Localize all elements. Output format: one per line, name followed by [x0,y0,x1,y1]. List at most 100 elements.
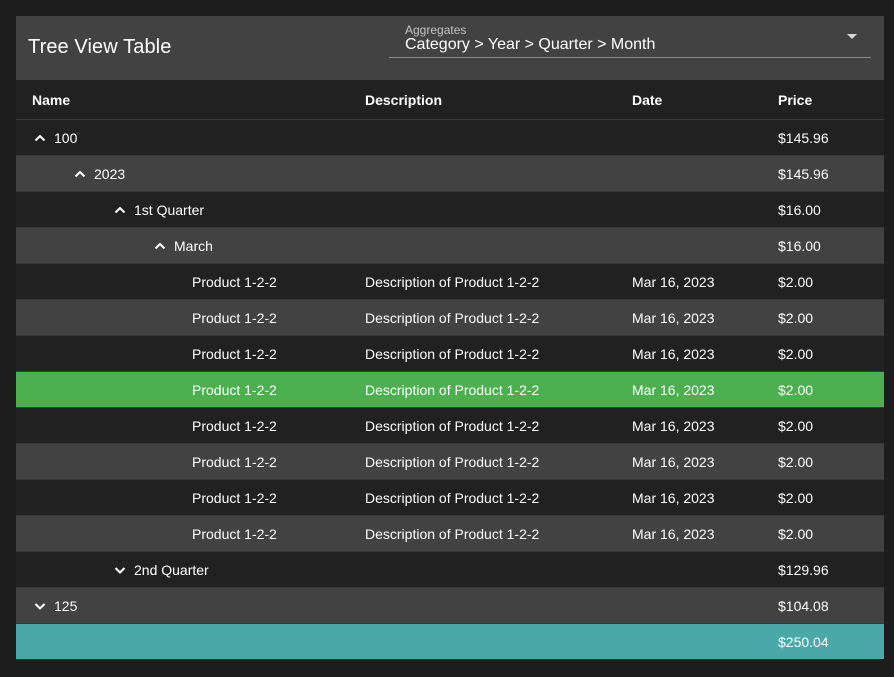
aggregates-label: Aggregates [405,23,467,37]
row-date: Mar 16, 2023 [632,479,778,516]
header-row: Name Description Date Price [16,80,884,120]
row-date [632,191,778,228]
name-cell: March [16,227,365,264]
total-date-cell [632,624,778,660]
name-cell: Product 1-2-2 [16,443,365,480]
row-description [365,551,632,588]
caret-down-icon[interactable] [847,34,857,39]
total-description-cell [365,624,632,660]
row-description: Description of Product 1-2-2 [365,407,632,444]
row-description: Description of Product 1-2-2 [365,299,632,336]
row-name: Product 1-2-2 [192,489,277,506]
name-cell-content: 2023 [16,166,365,182]
row-name: 2023 [94,165,126,182]
name-cell: Product 1-2-2 [16,335,365,372]
aggregates-select[interactable]: Aggregates Category > Year > Quarter > M… [389,20,871,58]
column-header-name[interactable]: Name [16,80,365,120]
group-row[interactable]: 125 $104.08 [16,587,884,624]
row-name: 1st Quarter [134,201,205,218]
name-cell: 2023 [16,155,365,192]
name-cell: 2nd Quarter [16,551,365,588]
row-date [632,587,778,624]
row-description: Description of Product 1-2-2 [365,335,632,372]
total-row: $250.04 [16,623,884,660]
table-toolbar: Tree View Table Aggregates Category > Ye… [16,16,884,80]
name-cell: Product 1-2-2 [16,479,365,516]
name-cell: 1st Quarter [16,191,365,228]
row-price: $2.00 [778,263,884,300]
tree-view-table-panel: Tree View Table Aggregates Category > Ye… [16,16,884,660]
group-row[interactable]: 2nd Quarter $129.96 [16,551,884,588]
row-date: Mar 16, 2023 [632,299,778,336]
table-row[interactable]: Product 1-2-2 Description of Product 1-2-… [16,263,884,300]
total-price: $250.04 [778,633,829,650]
name-cell-content: Product 1-2-2 [16,346,365,362]
chevron-down-icon[interactable] [32,598,48,614]
chevron-up-icon[interactable] [112,202,128,218]
group-row[interactable]: March $16.00 [16,227,884,264]
name-cell-content: Product 1-2-2 [16,490,365,506]
row-description: Description of Product 1-2-2 [365,371,632,408]
row-description: Description of Product 1-2-2 [365,515,632,552]
row-date: Mar 16, 2023 [632,515,778,552]
row-date: Mar 16, 2023 [632,335,778,372]
name-cell-content: Product 1-2-2 [16,526,365,542]
chevron-up-icon[interactable] [152,238,168,254]
row-description: Description of Product 1-2-2 [365,263,632,300]
name-cell-content: 2nd Quarter [16,562,365,578]
chevron-down-icon[interactable] [112,562,128,578]
row-name: Product 1-2-2 [192,345,277,362]
row-name: March [174,237,213,254]
tree-table: Name Description Date Price 100 $145.96 20… [16,80,884,659]
row-date [632,551,778,588]
row-name: Product 1-2-2 [192,417,277,434]
name-cell: Product 1-2-2 [16,515,365,552]
group-row[interactable]: 2023 $145.96 [16,155,884,192]
name-cell-content: 1st Quarter [16,202,365,218]
row-date [632,155,778,192]
table-row[interactable]: Product 1-2-2 Description of Product 1-2-… [16,479,884,516]
row-description [365,587,632,624]
name-cell: 100 [16,119,365,156]
table-title: Tree View Table [28,36,172,58]
aggregates-value: Category > Year > Quarter > Month [405,36,656,53]
table-row[interactable]: Product 1-2-2 Description of Product 1-2-… [16,335,884,372]
name-cell-content: 125 [16,598,365,614]
name-cell-content: Product 1-2-2 [16,310,365,326]
row-description [365,119,632,156]
row-description: Description of Product 1-2-2 [365,443,632,480]
row-date [632,119,778,156]
row-name: 100 [54,129,78,146]
table-row[interactable]: Product 1-2-2 Description of Product 1-2-… [16,515,884,552]
row-price: $145.96 [778,155,884,192]
row-date: Mar 16, 2023 [632,443,778,480]
column-header-date[interactable]: Date [632,80,778,120]
row-price: $2.00 [778,299,884,336]
chevron-up-icon[interactable] [72,166,88,182]
name-cell: 125 [16,587,365,624]
row-description [365,191,632,228]
row-date [632,227,778,264]
table-row[interactable]: Product 1-2-2 Description of Product 1-2-… [16,299,884,336]
row-name: Product 1-2-2 [192,273,277,290]
group-row[interactable]: 100 $145.96 [16,119,884,156]
row-date: Mar 16, 2023 [632,407,778,444]
table-row[interactable]: Product 1-2-2 Description of Product 1-2-… [16,371,884,408]
column-header-price[interactable]: Price [778,80,884,120]
row-date: Mar 16, 2023 [632,371,778,408]
name-cell-content: Product 1-2-2 [16,418,365,434]
table-row[interactable]: Product 1-2-2 Description of Product 1-2-… [16,407,884,444]
column-header-description[interactable]: Description [365,80,632,120]
chevron-up-icon[interactable] [32,130,48,146]
row-price: $16.00 [778,227,884,264]
table-row[interactable]: Product 1-2-2 Description of Product 1-2-… [16,443,884,480]
name-cell-content: Product 1-2-2 [16,454,365,470]
group-row[interactable]: 1st Quarter $16.00 [16,191,884,228]
row-name: 125 [54,597,78,614]
name-cell-content: Product 1-2-2 [16,382,365,398]
name-cell-content: Product 1-2-2 [16,274,365,290]
row-price: $2.00 [778,371,884,408]
row-description [365,155,632,192]
row-price: $2.00 [778,515,884,552]
row-name: Product 1-2-2 [192,381,277,398]
